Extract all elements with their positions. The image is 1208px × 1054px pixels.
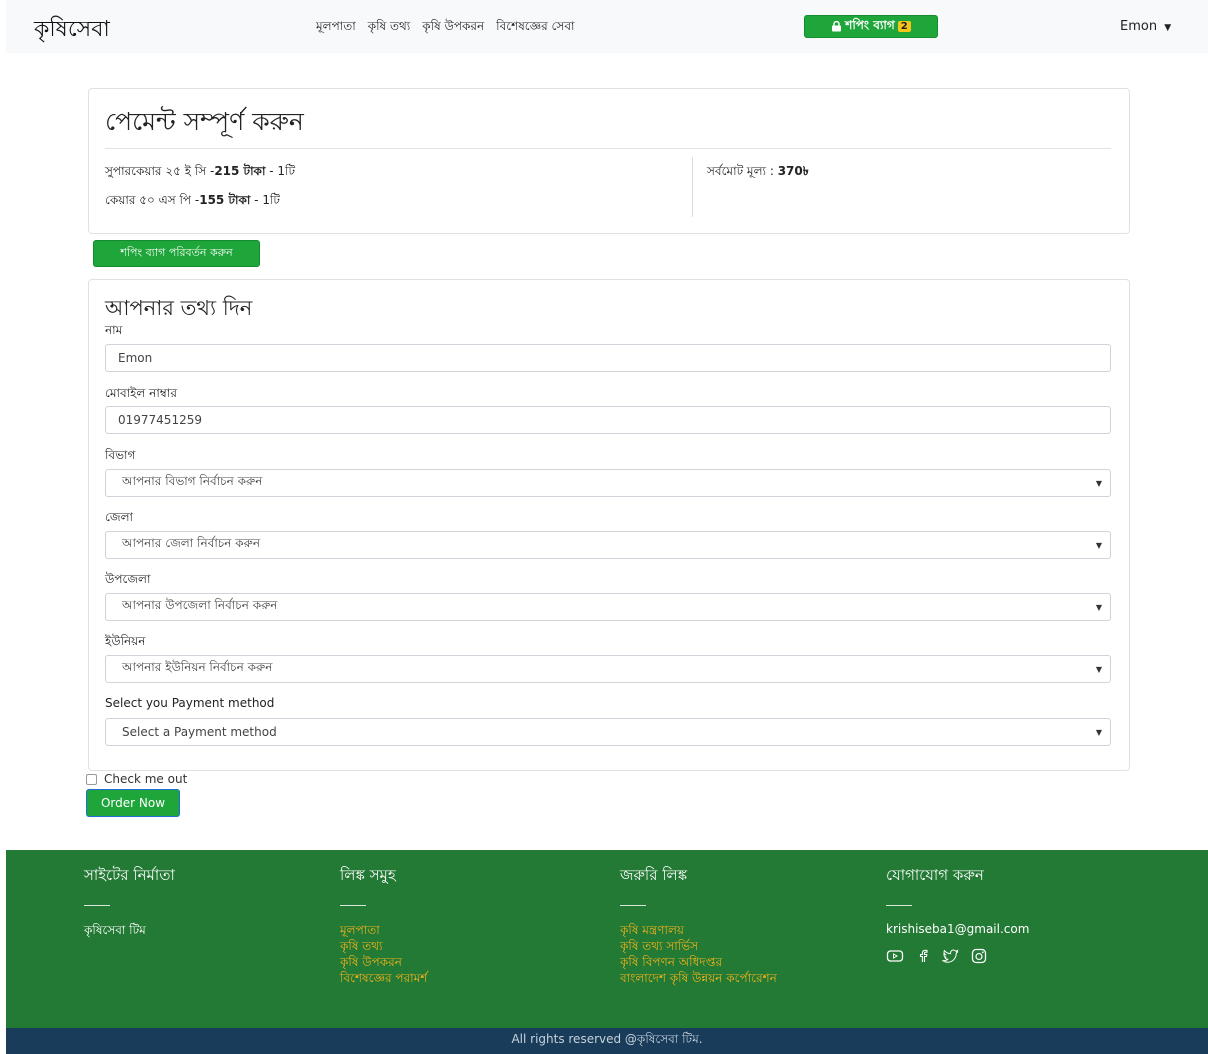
cart-item: সুপারকেয়ার ২৫ ই সি -215 টাকা - 1টি <box>105 163 295 183</box>
user-dropdown[interactable]: Emon ▼ <box>1120 19 1171 34</box>
union-selected: আপনার ইউনিয়ন নির্বাচন করুন <box>122 660 273 674</box>
footer-link-krishi-upokoron[interactable]: কৃষি উপকরন <box>340 954 427 970</box>
upazila-select[interactable]: আপনার উপজেলা নির্বাচন করুন ▼ <box>105 593 1111 621</box>
name-label: নাম <box>105 323 123 337</box>
cart-item-price: 155 টাকা <box>199 193 251 207</box>
copyright-text: All rights reserved @কৃষিসেবা টিম. <box>511 1032 703 1046</box>
payment-summary-card: পেমেন্ট সম্পূর্ণ করুন সুপারকেয়ার ২৫ ই স… <box>88 88 1130 234</box>
customer-info-card: আপনার তথ্য দিন নাম Emon মোবাইল নাম্বার 0… <box>88 279 1130 771</box>
total-label: সর্বমোট মূল্য : <box>707 164 778 178</box>
footer-col-creator: সাইটের নির্মাতা কৃষিসেবা টিম <box>84 864 175 942</box>
mobile-label: মোবাইল নাম্বার <box>105 386 177 400</box>
footer-link-ais[interactable]: কৃষি তথ্য সার্ভিস <box>620 938 777 954</box>
nav-links: মূলপাতা কৃষি তথ্য কৃষি উপকরন বিশেষজ্ঞের … <box>316 18 574 38</box>
footer-heading: যোগাযোগ করুন <box>886 866 984 884</box>
footer-underline <box>84 905 110 906</box>
upazila-selected: আপনার উপজেলা নির্বাচন করুন <box>122 598 278 612</box>
upazila-label: উপজেলা <box>105 572 151 586</box>
copyright-bar: All rights reserved @কৃষিসেবা টিম. <box>6 1028 1208 1054</box>
cart-item-price: 215 টাকা <box>214 164 266 178</box>
footer-link-home[interactable]: মূলপাতা <box>340 922 427 938</box>
footer-heading: লিঙ্ক সমুহ <box>340 866 396 884</box>
footer-heading: জরুরি লিঙ্ক <box>620 866 688 884</box>
social-icons <box>886 948 1029 964</box>
footer-col-important-links: জরুরি লিঙ্ক কৃষি মন্ত্রণালয় কৃষি তথ্য স… <box>620 864 777 986</box>
footer-underline <box>620 905 646 906</box>
footer-link-dam[interactable]: কৃষি বিপণন অধিদপ্তর <box>620 954 777 970</box>
youtube-icon[interactable] <box>886 948 904 964</box>
chevron-down-icon: ▼ <box>1095 479 1102 488</box>
footer-link-expert-advice[interactable]: বিশেষজ্ঞের পরামর্শ <box>340 970 427 986</box>
nav-link-krishi-upokoron[interactable]: কৃষি উপকরন <box>422 18 484 38</box>
caret-down-icon: ▼ <box>1164 23 1172 33</box>
chevron-down-icon: ▼ <box>1095 665 1102 674</box>
cart-item-name: সুপারকেয়ার ২৫ ই সি - <box>105 164 215 178</box>
change-shopping-bag-button[interactable]: শপিং ব্যাগ পরিবর্তন করুন <box>93 240 260 267</box>
nav-link-expert-service[interactable]: বিশেষজ্ঞের সেবা <box>496 18 574 38</box>
footer-heading: সাইটের নির্মাতা <box>84 866 175 884</box>
union-label: ইউনিয়ন <box>105 634 146 648</box>
facebook-icon[interactable] <box>915 948 931 964</box>
cart-count-badge: 2 <box>897 21 911 32</box>
footer-link-badc[interactable]: বাংলাদেশ কৃষি উন্নয়ন কর্পোরেশন <box>620 970 777 986</box>
contact-email[interactable]: krishiseba1@gmail.com <box>886 922 1029 936</box>
vertical-divider <box>692 157 693 217</box>
footer-link-ministry[interactable]: কৃষি মন্ত্রণালয় <box>620 922 777 938</box>
divider <box>105 148 1111 149</box>
cart-item-qty: - 1টি <box>250 193 280 207</box>
chevron-down-icon: ▼ <box>1095 603 1102 612</box>
mobile-value: 01977451259 <box>118 413 202 427</box>
footer-underline <box>340 905 366 906</box>
check-me-out-label[interactable]: Check me out <box>104 772 187 786</box>
payment-method-selected: Select a Payment method <box>122 725 277 739</box>
user-name: Emon <box>1120 19 1158 34</box>
footer-underline <box>886 905 912 906</box>
nav-link-home[interactable]: মূলপাতা <box>316 18 356 38</box>
form-title: আপনার তথ্য দিন <box>105 296 253 320</box>
shopping-bag-button[interactable]: শপিং ব্যাগ 2 <box>804 15 938 38</box>
name-field[interactable]: Emon <box>105 344 1111 372</box>
mobile-field[interactable]: 01977451259 <box>105 406 1111 434</box>
total-price: সর্বমোট মূল্য : 370৳ <box>707 163 809 183</box>
footer-col-links: লিঙ্ক সমুহ মূলপাতা কৃষি তথ্য কৃষি উপকরন … <box>340 864 427 986</box>
lock-bag-icon <box>832 21 842 32</box>
navbar: কৃষিসেবা মূলপাতা কৃষি তথ্য কৃষি উপকরন বি… <box>6 0 1208 53</box>
district-selected: আপনার জেলা নির্বাচন করুন <box>122 536 261 550</box>
footer-link-krishi-info[interactable]: কৃষি তথ্য <box>340 938 427 954</box>
order-now-button[interactable]: Order Now <box>86 789 180 817</box>
division-label: বিভাগ <box>105 448 136 462</box>
name-value: Emon <box>118 351 153 365</box>
footer-team-name: কৃষিসেবা টিম <box>84 923 146 937</box>
shopping-bag-label: শপিং ব্যাগ <box>845 17 895 32</box>
payment-title: পেমেন্ট সম্পূর্ণ করুন <box>105 107 304 136</box>
division-selected: আপনার বিভাগ নির্বাচন করুন <box>122 474 263 488</box>
footer: সাইটের নির্মাতা কৃষিসেবা টিম লিঙ্ক সমুহ … <box>6 850 1208 1028</box>
chevron-down-icon: ▼ <box>1095 541 1102 550</box>
cart-item: কেয়ার ৫০ এস পি -155 টাকা - 1টি <box>105 192 280 212</box>
cart-item-qty: - 1টি <box>265 164 296 178</box>
cart-item-name: কেয়ার ৫০ এস পি - <box>105 193 200 207</box>
check-me-out-checkbox[interactable] <box>86 773 97 785</box>
twitter-icon[interactable] <box>942 948 960 964</box>
district-label: জেলা <box>105 510 134 524</box>
payment-method-select[interactable]: Select a Payment method ▼ <box>105 718 1111 746</box>
district-select[interactable]: আপনার জেলা নির্বাচন করুন ▼ <box>105 531 1111 559</box>
brand-logo-text[interactable]: কৃষিসেবা <box>34 12 110 49</box>
footer-col-contact: যোগাযোগ করুন krishiseba1@gmail.com <box>886 864 1029 964</box>
check-me-out-row: Check me out <box>86 772 187 786</box>
total-value: 370৳ <box>777 164 809 178</box>
division-select[interactable]: আপনার বিভাগ নির্বাচন করুন ▼ <box>105 469 1111 497</box>
nav-link-krishi-info[interactable]: কৃষি তথ্য <box>368 18 411 38</box>
payment-method-label: Select you Payment method <box>105 696 275 710</box>
union-select[interactable]: আপনার ইউনিয়ন নির্বাচন করুন ▼ <box>105 655 1111 683</box>
chevron-down-icon: ▼ <box>1095 728 1102 737</box>
instagram-icon[interactable] <box>971 948 987 964</box>
